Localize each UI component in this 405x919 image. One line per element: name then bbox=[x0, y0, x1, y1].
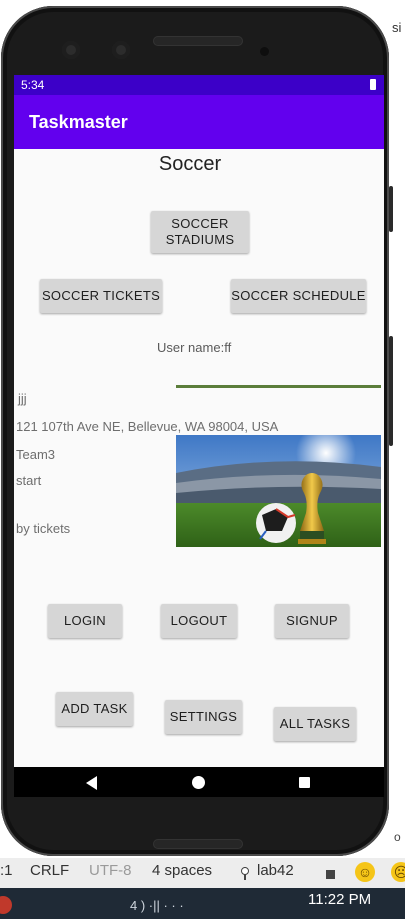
page-title: Soccer bbox=[158, 153, 222, 175]
taskbar-volume-label[interactable]: 4 ) ·|| · · · bbox=[130, 898, 184, 913]
status-indent[interactable]: 4 spaces bbox=[152, 862, 212, 879]
task-address: 121 107th Ave NE, Bellevue, WA 98004, US… bbox=[16, 419, 279, 434]
volume-button[interactable] bbox=[389, 186, 393, 232]
front-camera-icon bbox=[62, 41, 80, 59]
ide-editor-text-2: o bbox=[394, 830, 401, 844]
os-taskbar: 4 ) ·|| · · · 11:22 PM bbox=[0, 888, 405, 919]
add-task-button[interactable]: ADD TASK bbox=[56, 692, 133, 726]
power-button[interactable] bbox=[389, 336, 393, 446]
ide-editor-text: si bbox=[392, 20, 402, 35]
proximity-sensor bbox=[260, 47, 269, 56]
status-encoding[interactable]: UTF-8 bbox=[89, 862, 132, 879]
status-time: 5:34 bbox=[21, 78, 45, 92]
soccer-schedule-button[interactable]: SOCCER SCHEDULE bbox=[231, 279, 366, 313]
username-label: User name:ff bbox=[157, 340, 232, 355]
feedback-smile-icon[interactable]: ☺ bbox=[355, 862, 375, 882]
settings-button[interactable]: SETTINGS bbox=[165, 700, 242, 734]
feedback-frown-icon[interactable]: ☹ bbox=[391, 862, 405, 882]
status-line-ending[interactable]: CRLF bbox=[30, 862, 69, 879]
app-icon[interactable] bbox=[0, 896, 12, 914]
front-sensor-icon bbox=[112, 41, 130, 59]
android-status-bar: 5:34 bbox=[14, 75, 384, 95]
task-team: Team3 bbox=[16, 447, 56, 462]
back-icon[interactable] bbox=[86, 776, 97, 790]
signup-button[interactable]: SIGNUP bbox=[275, 604, 349, 638]
task-state: start bbox=[16, 473, 42, 488]
main-content: Soccer SOCCER STADIUMS SOCCER TICKETS SO… bbox=[14, 149, 384, 769]
stadium-image bbox=[176, 435, 381, 547]
ide-status-bar: :1 CRLF UTF-8 4 spaces lab42 ☺ ☹ bbox=[0, 858, 405, 888]
app-title: Taskmaster bbox=[29, 112, 128, 132]
bottom-speaker bbox=[153, 839, 243, 849]
taskbar-clock[interactable]: 11:22 PM bbox=[308, 891, 371, 908]
soccer-stadiums-button[interactable]: SOCCER STADIUMS bbox=[151, 211, 249, 253]
task-body: by tickets bbox=[16, 521, 71, 536]
device-screen: 5:34 Taskmaster Soccer SOCCER STADIUMS S… bbox=[14, 75, 384, 797]
task-image-top bbox=[176, 385, 381, 388]
login-button[interactable]: LOGIN bbox=[48, 604, 122, 638]
logout-button[interactable]: LOGOUT bbox=[161, 604, 237, 638]
all-tasks-button[interactable]: ALL TASKS bbox=[274, 707, 356, 741]
task-title: jjj bbox=[18, 391, 27, 406]
app-bar: Taskmaster bbox=[14, 95, 384, 149]
battery-icon bbox=[370, 79, 376, 90]
recent-apps-icon[interactable] bbox=[299, 777, 310, 788]
status-line-col[interactable]: :1 bbox=[0, 862, 13, 879]
soccer-tickets-button[interactable]: SOCCER TICKETS bbox=[40, 279, 162, 313]
status-branch[interactable]: lab42 bbox=[257, 862, 294, 879]
android-nav-bar bbox=[14, 767, 384, 797]
git-branch-icon bbox=[241, 867, 249, 880]
lock-icon[interactable] bbox=[326, 870, 335, 879]
earpiece-speaker bbox=[153, 36, 243, 46]
home-icon[interactable] bbox=[192, 776, 205, 789]
